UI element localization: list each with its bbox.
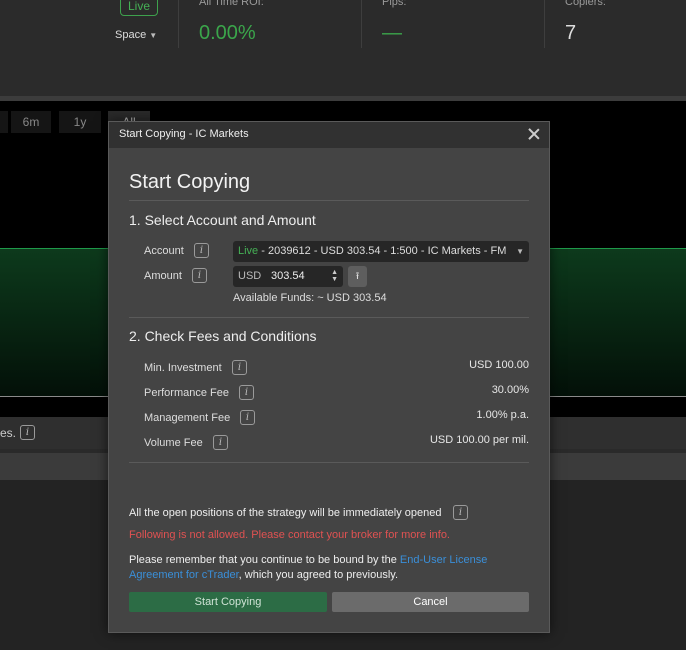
fee-label: Min. Investment bbox=[144, 362, 222, 374]
fee-value: 1.00% p.a. bbox=[476, 409, 529, 421]
license-suffix: , which you agreed to previously. bbox=[238, 569, 399, 581]
available-funds-label: Available Funds: bbox=[233, 292, 315, 304]
license-prefix: Please remember that you continue to be … bbox=[129, 554, 400, 566]
start-copying-dialog: Start Copying - IC Markets Start Copying… bbox=[108, 121, 550, 633]
timeframe-tab-partial[interactable] bbox=[0, 111, 8, 133]
positions-note: All the open positions of the strategy w… bbox=[129, 507, 442, 519]
copiers-value: 7 bbox=[565, 22, 577, 44]
amount-label: Amount bbox=[144, 270, 182, 282]
start-copying-button[interactable]: Start Copying bbox=[129, 592, 327, 612]
license-notice: Please remember that you continue to be … bbox=[129, 553, 509, 583]
account-label: Account bbox=[144, 245, 184, 257]
info-icon[interactable]: i bbox=[240, 410, 255, 425]
divider bbox=[129, 200, 529, 201]
roi-value: 0.00% bbox=[199, 22, 256, 44]
not-allowed-warning: Following is not allowed. Please contact… bbox=[129, 529, 450, 541]
fee-value: USD 100.00 bbox=[469, 359, 529, 371]
divider bbox=[178, 0, 179, 48]
space-selector[interactable]: Space ▼ bbox=[115, 29, 157, 41]
info-icon[interactable]: i bbox=[239, 385, 254, 400]
info-icon[interactable]: i bbox=[20, 425, 35, 440]
info-icon[interactable]: i bbox=[232, 360, 247, 375]
cancel-button[interactable]: Cancel bbox=[332, 592, 529, 612]
divider bbox=[129, 317, 529, 318]
amount-input[interactable]: USD 303.54 ▲ ▼ bbox=[233, 266, 343, 287]
divider bbox=[361, 0, 362, 48]
space-selector-label: Space bbox=[115, 29, 147, 41]
info-icon[interactable]: i bbox=[194, 243, 209, 258]
close-icon[interactable] bbox=[527, 127, 541, 141]
amount-value: 303.54 bbox=[271, 270, 305, 282]
stepper-arrows-icon[interactable]: ▲ ▼ bbox=[331, 269, 338, 283]
info-row-text: es. bbox=[0, 426, 17, 440]
divider bbox=[544, 0, 545, 48]
strategy-header: Live Space ▼ All Time ROI: 0.00% Pips: — … bbox=[0, 0, 686, 96]
timeframe-tab-1y[interactable]: 1y bbox=[59, 111, 101, 133]
available-funds-value: ~ USD 303.54 bbox=[317, 292, 387, 304]
fee-label: Volume Fee bbox=[144, 437, 203, 449]
page-title: Start Copying bbox=[129, 171, 251, 193]
copiers-label: Copiers: bbox=[565, 0, 606, 8]
info-icon[interactable]: i bbox=[453, 505, 468, 520]
account-select-value: - 2039612 - USD 303.54 - 1:500 - IC Mark… bbox=[258, 245, 507, 257]
account-select[interactable]: Live - 2039612 - USD 303.54 - 1:500 - IC… bbox=[233, 241, 529, 262]
divider bbox=[129, 462, 529, 463]
fee-value: 30.00% bbox=[491, 384, 529, 396]
chevron-down-icon: ▼ bbox=[149, 31, 158, 40]
max-amount-button[interactable]: ⭱ bbox=[348, 266, 367, 287]
fee-label: Performance Fee bbox=[144, 387, 229, 399]
info-icon[interactable]: i bbox=[192, 268, 207, 283]
live-badge: Live bbox=[120, 0, 158, 16]
info-icon[interactable]: i bbox=[213, 435, 228, 450]
roi-label: All Time ROI: bbox=[199, 0, 264, 8]
fee-label: Management Fee bbox=[144, 412, 231, 424]
timeframe-tab-6m[interactable]: 6m bbox=[11, 111, 51, 133]
dialog-header: Start Copying - IC Markets bbox=[109, 122, 549, 148]
account-live-tag: Live bbox=[238, 245, 259, 257]
available-funds: Available Funds: ~ USD 303.54 bbox=[233, 292, 387, 304]
pips-label: Pips: bbox=[382, 0, 407, 8]
dialog-title: Start Copying - IC Markets bbox=[119, 128, 249, 140]
amount-currency: USD bbox=[238, 270, 262, 282]
pips-value: — bbox=[382, 22, 402, 44]
fee-value: USD 100.00 per mil. bbox=[429, 434, 529, 446]
section-title-fees: 2. Check Fees and Conditions bbox=[129, 328, 317, 344]
arrow-up-to-line-icon: ⭱ bbox=[355, 271, 360, 282]
section-title-account: 1. Select Account and Amount bbox=[129, 212, 316, 228]
chevron-down-icon: ▼ bbox=[516, 247, 524, 256]
